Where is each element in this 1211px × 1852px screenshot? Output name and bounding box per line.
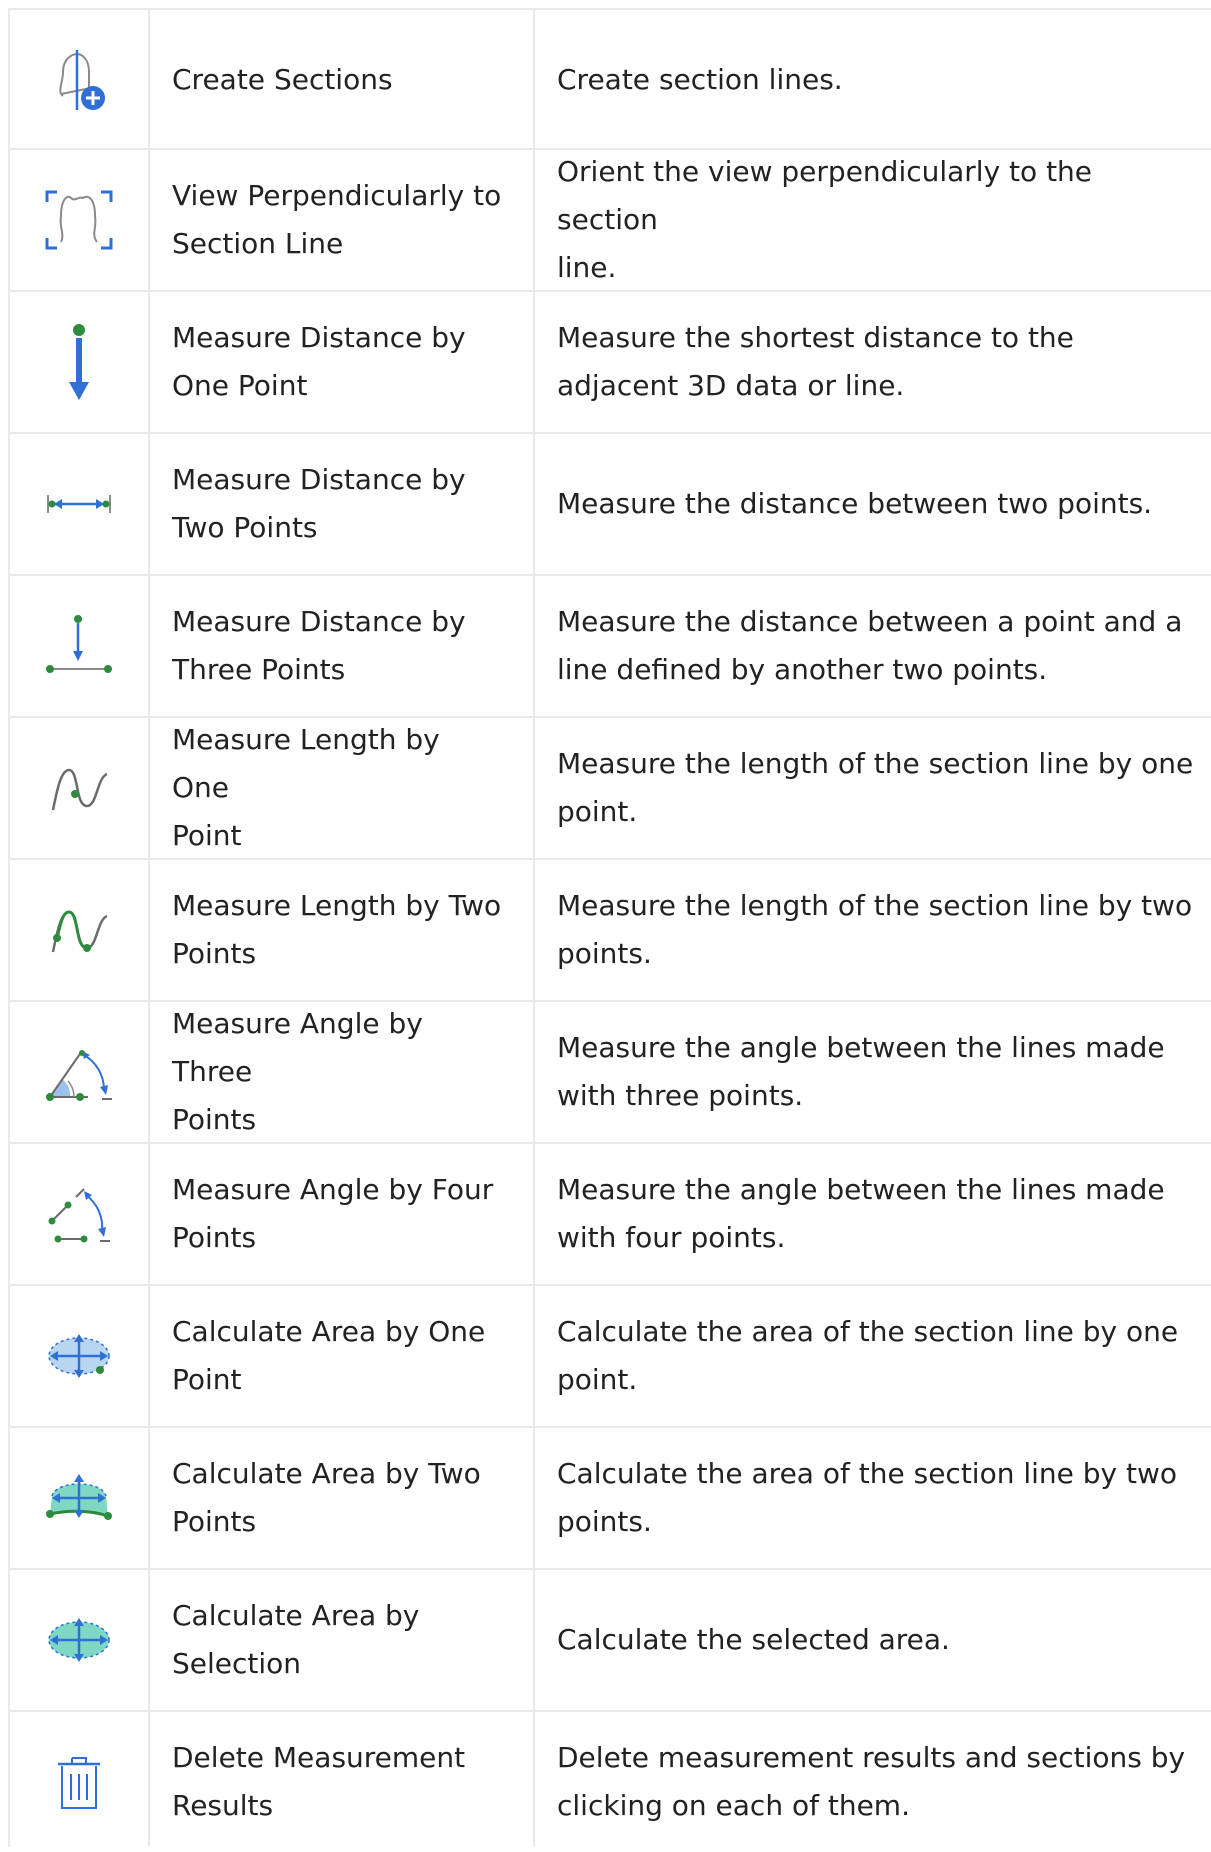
- tool-description: Measure the angle between the lines made…: [557, 1173, 1165, 1254]
- area-one-point-icon: [10, 1286, 148, 1426]
- tool-description: Measure the shortest distance to the adj…: [557, 321, 1074, 402]
- tool-name: Measure Distance by One Point: [172, 321, 466, 402]
- tool-description: Measure the length of the section line b…: [557, 747, 1194, 828]
- length-one-point-icon: [10, 718, 148, 858]
- angle-four-points-icon: [10, 1144, 148, 1284]
- length-two-points-icon: [10, 860, 148, 1000]
- table-row: Measure Distance by Three Points Measure…: [0, 576, 1211, 716]
- tool-description: Delete measurement results and sections …: [557, 1741, 1186, 1822]
- tool-name: Measure Length by One Point: [172, 723, 440, 852]
- tool-description: Calculate the area of the section line b…: [557, 1457, 1178, 1538]
- tool-name: Measure Length by Two Points: [172, 889, 502, 970]
- tool-description: Create section lines.: [557, 63, 843, 96]
- table-row: Create Sections Create section lines.: [0, 10, 1211, 150]
- tool-name: Measure Distance by Two Points: [172, 463, 466, 544]
- distance-one-point-icon: [10, 292, 148, 432]
- tool-name: Measure Angle by Four Points: [172, 1173, 494, 1254]
- table-row: Measure Length by One Point Measure the …: [0, 718, 1211, 858]
- create-sections-icon: [10, 10, 148, 150]
- table-row: Measure Distance by One Point Measure th…: [0, 292, 1211, 432]
- tool-name: Calculate Area by One Point: [172, 1315, 486, 1396]
- trash-icon: [10, 1712, 148, 1852]
- table-row: Measure Distance by Two Points Measure t…: [0, 434, 1211, 574]
- distance-three-points-icon: [10, 576, 148, 716]
- tool-description: Measure the angle between the lines made…: [557, 1031, 1165, 1112]
- tool-name: Measure Angle by Three Points: [172, 1007, 423, 1136]
- table-row: Calculate Area by Two Points Calculate t…: [0, 1428, 1211, 1568]
- tool-description: Measure the distance between two points.: [557, 487, 1153, 520]
- tool-description: Measure the length of the section line b…: [557, 889, 1193, 970]
- tool-description: Calculate the selected area.: [557, 1623, 950, 1656]
- tool-description: Measure the distance between a point and…: [557, 605, 1183, 686]
- area-two-points-icon: [10, 1428, 148, 1568]
- table-row: Measure Length by Two Points Measure the…: [0, 860, 1211, 1000]
- table-row: View Perpendicularly to Section Line Ori…: [0, 150, 1211, 290]
- view-perpendicular-icon: [10, 150, 148, 290]
- table-row: Calculate Area by One Point Calculate th…: [0, 1286, 1211, 1426]
- tool-name: Calculate Area by Selection: [172, 1599, 420, 1680]
- tool-name: Measure Distance by Three Points: [172, 605, 466, 686]
- tool-name: Create Sections: [172, 63, 393, 96]
- tool-description: Calculate the area of the section line b…: [557, 1315, 1179, 1396]
- tool-name: View Perpendicularly to Section Line: [172, 179, 502, 260]
- tool-name: Calculate Area by Two Points: [172, 1457, 481, 1538]
- distance-two-points-icon: [10, 434, 148, 574]
- angle-three-points-icon: [10, 1002, 148, 1142]
- area-selection-icon: [10, 1570, 148, 1710]
- table-row: Measure Angle by Three Points Measure th…: [0, 1002, 1211, 1142]
- table-row: Delete Measurement Results Delete measur…: [0, 1712, 1211, 1852]
- tools-table: Create Sections Create section lines. Vi…: [0, 0, 1211, 1847]
- tool-name: Delete Measurement Results: [172, 1741, 466, 1822]
- table-row: Calculate Area by Selection Calculate th…: [0, 1570, 1211, 1710]
- table-row: Measure Angle by Four Points Measure the…: [0, 1144, 1211, 1284]
- tool-description: Orient the view perpendicularly to the s…: [557, 155, 1093, 284]
